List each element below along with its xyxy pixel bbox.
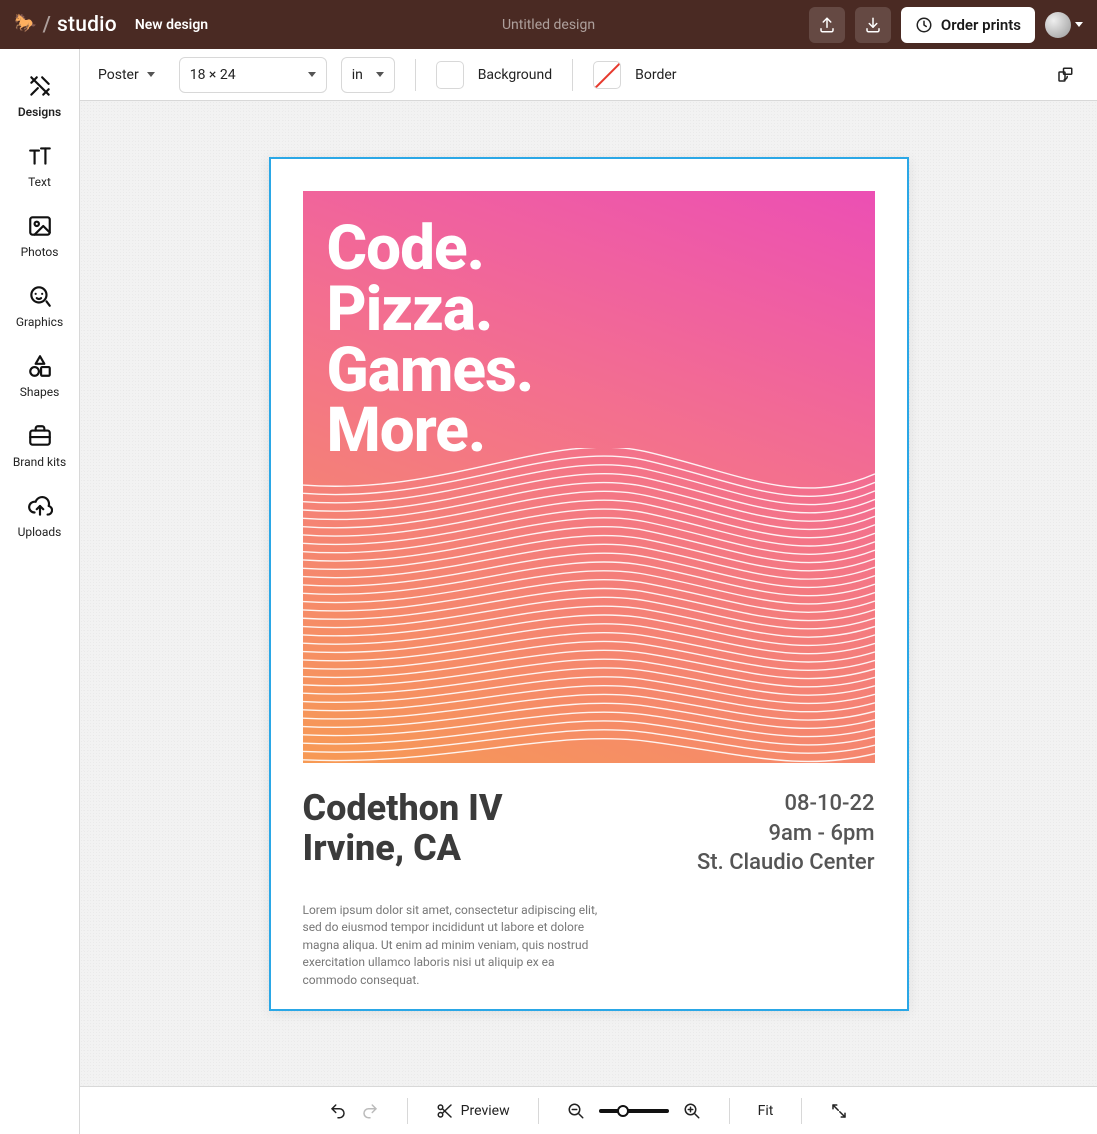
shapes-icon — [27, 353, 53, 379]
clock-icon — [915, 16, 933, 34]
sidebar-item-label: Brand kits — [13, 455, 66, 469]
poster-subheader[interactable]: Codethon IV Irvine, CA 08-10-22 9am - 6p… — [271, 763, 907, 878]
scissors-icon — [436, 1102, 454, 1120]
separator — [729, 1098, 730, 1124]
sidebar-item-text[interactable]: Text — [0, 133, 79, 203]
app-logo[interactable]: 🐎 / studio — [14, 13, 117, 37]
zoom-in-button[interactable] — [683, 1102, 701, 1120]
preview-label: Preview — [461, 1103, 510, 1119]
options-toolbar: Poster 18 × 24 in Background Border — [80, 49, 1097, 101]
photos-icon — [27, 213, 53, 239]
app-bar: 🐎 / studio New design Untitled design Or… — [0, 0, 1097, 49]
event-date: 08-10-22 — [697, 789, 875, 819]
sidebar-item-uploads[interactable]: Uploads — [0, 483, 79, 553]
sidebar-item-photos[interactable]: Photos — [0, 203, 79, 273]
new-design-button[interactable]: New design — [135, 17, 208, 33]
avatar-icon — [1045, 12, 1071, 38]
left-sidebar: Designs Text Photos Graphics Shapes — [0, 49, 80, 1134]
border-label[interactable]: Border — [635, 67, 676, 83]
artboard[interactable]: Code. Pizza. Games. More. Codethon IV Ir… — [269, 157, 909, 1011]
zoom-out-button[interactable] — [567, 1102, 585, 1120]
sidebar-item-shapes[interactable]: Shapes — [0, 343, 79, 413]
undo-button[interactable] — [329, 1102, 347, 1120]
poster-body[interactable]: Lorem ipsum dolor sit amet, consectetur … — [271, 878, 631, 989]
background-color-swatch[interactable] — [436, 61, 464, 89]
account-menu[interactable] — [1045, 12, 1083, 38]
chevron-down-icon — [1075, 22, 1083, 27]
share-button[interactable] — [809, 7, 845, 43]
separator — [538, 1098, 539, 1124]
separator — [801, 1098, 802, 1124]
sidebar-item-graphics[interactable]: Graphics — [0, 273, 79, 343]
logo-word: studio — [57, 13, 117, 37]
rotate-icon — [1056, 66, 1074, 84]
headline-line: Pizza. — [327, 280, 875, 341]
sidebar-item-brandkits[interactable]: Brand kits — [0, 413, 79, 483]
poster-hero[interactable]: Code. Pizza. Games. More. — [303, 191, 875, 763]
zoom-fit-button[interactable]: Fit — [758, 1103, 774, 1119]
separator — [415, 59, 416, 91]
designs-icon — [27, 73, 53, 99]
rotate-orientation-button[interactable] — [1051, 61, 1079, 89]
uploads-icon — [27, 493, 53, 519]
order-prints-label: Order prints — [941, 16, 1021, 34]
order-prints-button[interactable]: Order prints — [901, 7, 1035, 43]
zoom-thumb[interactable] — [617, 1105, 629, 1117]
wave-lines-icon — [303, 448, 875, 763]
download-icon — [864, 16, 882, 34]
redo-button[interactable] — [361, 1102, 379, 1120]
sidebar-item-label: Photos — [21, 245, 59, 259]
sidebar-item-designs[interactable]: Designs — [0, 63, 79, 133]
brandkits-icon — [27, 423, 53, 449]
size-select[interactable]: 18 × 24 — [179, 57, 327, 93]
sidebar-item-label: Shapes — [20, 385, 60, 399]
download-button[interactable] — [855, 7, 891, 43]
event-venue: St. Claudio Center — [697, 848, 875, 878]
sidebar-item-label: Graphics — [16, 315, 63, 329]
headline-line: Code. — [327, 219, 875, 280]
product-type-label: Poster — [98, 67, 139, 83]
sidebar-item-label: Uploads — [18, 525, 62, 539]
sidebar-item-label: Designs — [18, 105, 61, 119]
fullscreen-icon — [830, 1102, 848, 1120]
undo-icon — [329, 1102, 347, 1120]
zoom-slider[interactable] — [599, 1109, 669, 1113]
background-label[interactable]: Background — [478, 67, 552, 83]
unit-select[interactable]: in — [341, 57, 395, 93]
separator — [572, 59, 573, 91]
unit-label: in — [352, 67, 363, 83]
event-city: Irvine, CA — [303, 829, 503, 869]
upload-icon — [818, 16, 836, 34]
chevron-down-icon — [147, 72, 155, 77]
text-icon — [27, 143, 53, 169]
chevron-down-icon — [308, 72, 316, 77]
poster-headline[interactable]: Code. Pizza. Games. More. — [303, 191, 875, 462]
event-time: 9am - 6pm — [697, 819, 875, 849]
event-title: Codethon IV — [303, 789, 503, 829]
canvas-area[interactable]: Code. Pizza. Games. More. Codethon IV Ir… — [80, 101, 1097, 1134]
fullscreen-button[interactable] — [830, 1102, 848, 1120]
size-label: 18 × 24 — [190, 67, 236, 83]
border-color-swatch[interactable] — [593, 61, 621, 89]
graphics-icon — [27, 283, 53, 309]
preview-button[interactable]: Preview — [436, 1102, 510, 1120]
product-type-select[interactable]: Poster — [98, 57, 165, 93]
separator — [407, 1098, 408, 1124]
zoom-in-icon — [683, 1102, 701, 1120]
zoom-out-icon — [567, 1102, 585, 1120]
horse-icon: 🐎 — [14, 15, 37, 33]
bottom-toolbar: Preview Fit — [80, 1086, 1097, 1134]
logo-slash: / — [43, 13, 51, 37]
headline-line: Games. — [327, 341, 875, 402]
chevron-down-icon — [376, 72, 384, 77]
fit-label: Fit — [758, 1103, 774, 1119]
redo-icon — [361, 1102, 379, 1120]
sidebar-item-label: Text — [28, 175, 51, 189]
